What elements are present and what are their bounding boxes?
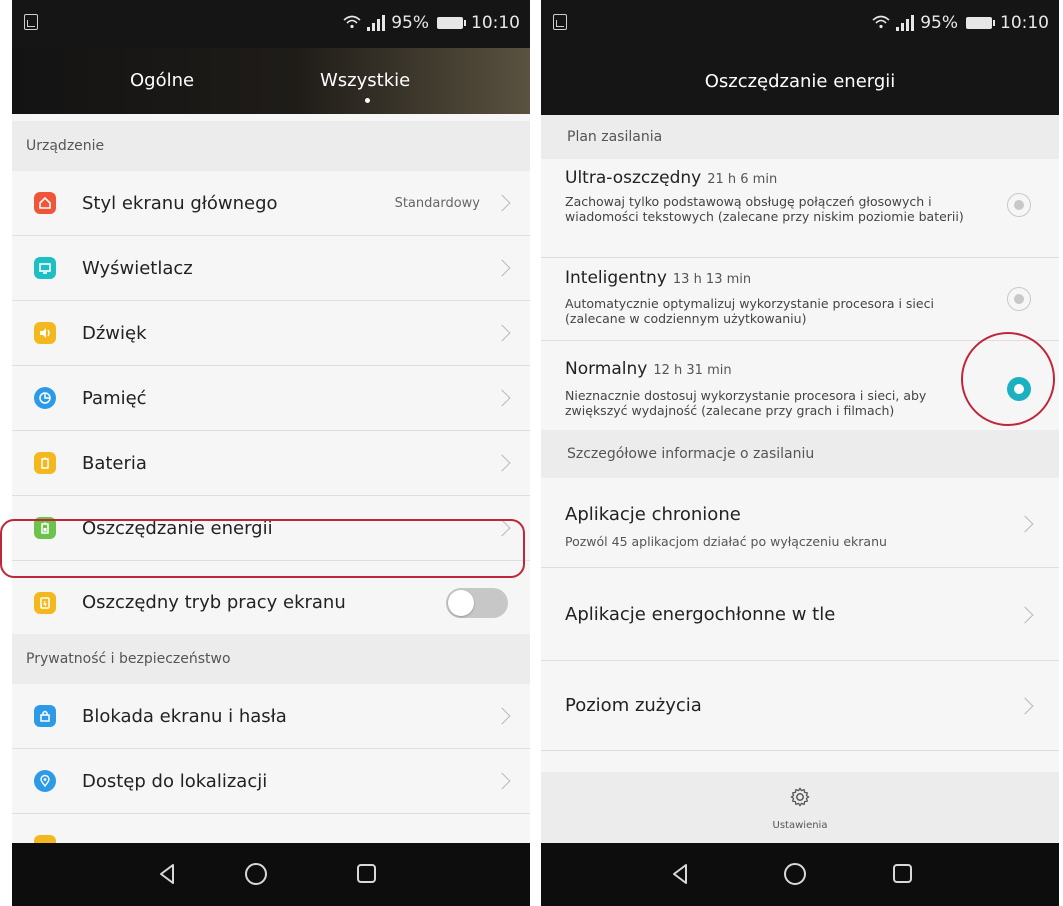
- chevron-right-icon: [493, 519, 511, 537]
- settings-item-label: Bateria: [82, 452, 147, 474]
- signal-icon: [367, 15, 386, 31]
- settings-footer[interactable]: Ustawienia: [541, 772, 1059, 843]
- navigation-bar: [541, 843, 1059, 906]
- clock: 10:10: [1000, 13, 1049, 33]
- screen-saver-icon: [34, 591, 56, 614]
- phone-power-saving: 95% 10:10 Oszczędzanie energii Plan zasi…: [541, 0, 1059, 906]
- tab-all[interactable]: Wszystkie: [320, 70, 410, 91]
- display-icon: [34, 257, 56, 279]
- status-bar: 95% 10:10: [541, 0, 1059, 48]
- status-bar: 95% 10:10: [12, 0, 530, 48]
- battery-icon: [437, 17, 466, 29]
- plan-time: 13 h 13 min: [672, 272, 752, 287]
- settings-item-power-saving[interactable]: Oszczędzanie energii: [12, 496, 530, 561]
- chevron-right-icon: [1016, 697, 1034, 715]
- tab-header: Ogólne Wszystkie: [12, 48, 530, 114]
- settings-item-label: Dźwięk: [82, 322, 147, 344]
- row-subtitle: Pozwól 45 aplikacjom działać po wyłączen…: [565, 534, 887, 549]
- plan-name: Normalny: [565, 359, 648, 379]
- battery-icon: [34, 452, 56, 474]
- chevron-right-icon: [493, 389, 511, 407]
- plan-name: Inteligentny: [565, 268, 667, 288]
- tab-general[interactable]: Ogólne: [130, 70, 194, 91]
- settings-item-label: Styl ekranu głównego: [82, 192, 278, 214]
- home-icon: [34, 192, 56, 214]
- section-header-power-plan: Plan zasilania: [541, 115, 1059, 159]
- screen-saver-toggle[interactable]: [446, 587, 508, 618]
- row-consumption-level[interactable]: Poziom zużycia: [541, 661, 1059, 751]
- plan-smart[interactable]: Inteligentny 13 h 13 min Automatycznie op…: [541, 258, 1059, 341]
- sim-icon: [553, 14, 567, 30]
- battery-percent: 95%: [391, 13, 429, 33]
- chevron-right-icon: [1016, 606, 1034, 624]
- chevron-right-icon: [493, 194, 511, 212]
- chevron-right-icon: [1016, 515, 1034, 533]
- settings-item-location-access[interactable]: Dostęp do lokalizacji: [12, 749, 530, 814]
- section-header-device: Urządzenie: [12, 121, 530, 171]
- wifi-icon: [872, 14, 890, 33]
- chevron-right-icon: [493, 259, 511, 277]
- section-header-power-details: Szczegółowe informacje o zasilaniu: [541, 430, 1059, 478]
- battery-percent: 95%: [920, 13, 958, 33]
- battery-icon: [966, 17, 995, 29]
- row-title: Aplikacje chronione: [565, 504, 741, 525]
- settings-item-sound[interactable]: Dźwięk: [12, 301, 530, 366]
- navigation-bar: [12, 843, 530, 906]
- plan-time: 21 h 6 min: [707, 172, 778, 187]
- plan-name: Ultra-oszczędny: [565, 168, 702, 188]
- home-button[interactable]: [245, 863, 267, 885]
- settings-item-storage[interactable]: Pamięć: [12, 366, 530, 431]
- settings-item-label: Oszczędny tryb pracy ekranu: [82, 592, 346, 613]
- settings-item-home-screen-style[interactable]: Styl ekranu głównego Standardowy: [12, 171, 530, 236]
- row-title: Aplikacje energochłonne w tle: [565, 604, 836, 625]
- settings-item-screen-saver-mode[interactable]: Oszczędny tryb pracy ekranu: [12, 570, 530, 635]
- chevron-right-icon: [493, 772, 511, 790]
- settings-item-label: Blokada ekranu i hasła: [82, 705, 287, 727]
- settings-item-lock-screen[interactable]: Blokada ekranu i hasła: [12, 684, 530, 749]
- lock-icon: [34, 705, 56, 727]
- settings-item-battery[interactable]: Bateria: [12, 431, 530, 496]
- row-background-power-apps[interactable]: Aplikacje energochłonne w tle: [541, 568, 1059, 661]
- clock: 10:10: [471, 13, 520, 33]
- section-header-privacy: Prywatność i bezpieczeństwo: [12, 634, 530, 684]
- pie-chart-icon: [34, 387, 56, 409]
- chevron-right-icon: [493, 324, 511, 342]
- page-title: Oszczędzanie energii: [541, 48, 1059, 115]
- active-tab-indicator: [365, 98, 370, 103]
- location-icon: [34, 770, 56, 792]
- settings-item-label: Oszczędzanie energii: [82, 517, 273, 539]
- signal-icon: [896, 15, 915, 31]
- row-title: Poziom zużycia: [565, 695, 702, 716]
- battery-saver-icon: [34, 517, 56, 539]
- settings-label: Ustawienia: [772, 820, 828, 831]
- speaker-icon: [34, 322, 56, 344]
- plan-radio-selected[interactable]: [1007, 377, 1031, 401]
- gear-icon[interactable]: [789, 786, 811, 808]
- plan-description: Zachowaj tylko podstawową obsługę połącz…: [565, 194, 964, 224]
- settings-item-value: Standardowy: [394, 195, 480, 211]
- recent-apps-button[interactable]: [893, 864, 912, 883]
- back-icon[interactable]: [671, 863, 689, 885]
- chevron-right-icon: [493, 707, 511, 725]
- plan-description: Nieznacznie dostosuj wykorzystanie proce…: [565, 388, 927, 418]
- wifi-icon: [343, 14, 361, 33]
- settings-item-label: Dostęp do lokalizacji: [82, 770, 268, 792]
- plan-radio[interactable]: [1007, 193, 1031, 217]
- plan-time: 12 h 31 min: [653, 363, 732, 378]
- settings-item-label: Pamięć: [82, 387, 147, 409]
- row-protected-apps[interactable]: Aplikacje chronione Pozwól 45 aplikacjom…: [541, 478, 1059, 568]
- plan-normal[interactable]: Normalny 12 h 31 min Nieznacznie dostosuj…: [541, 341, 1059, 430]
- settings-item-display[interactable]: Wyświetlacz: [12, 236, 530, 301]
- plan-radio[interactable]: [1007, 287, 1031, 311]
- plan-description: Automatycznie optymalizuj wykorzystanie …: [565, 296, 934, 326]
- home-button[interactable]: [784, 863, 806, 885]
- back-icon[interactable]: [158, 863, 176, 885]
- recent-apps-button[interactable]: [357, 864, 376, 883]
- plan-ultra-saver[interactable]: Ultra-oszczędny 21 h 6 min Zachowaj tylko…: [541, 159, 1059, 258]
- sim-icon: [24, 14, 38, 30]
- phone-settings-all: 95% 10:10 Ogólne Wszystkie Urządzenie St…: [12, 0, 530, 906]
- chevron-right-icon: [493, 454, 511, 472]
- settings-item-label: Wyświetlacz: [82, 257, 193, 279]
